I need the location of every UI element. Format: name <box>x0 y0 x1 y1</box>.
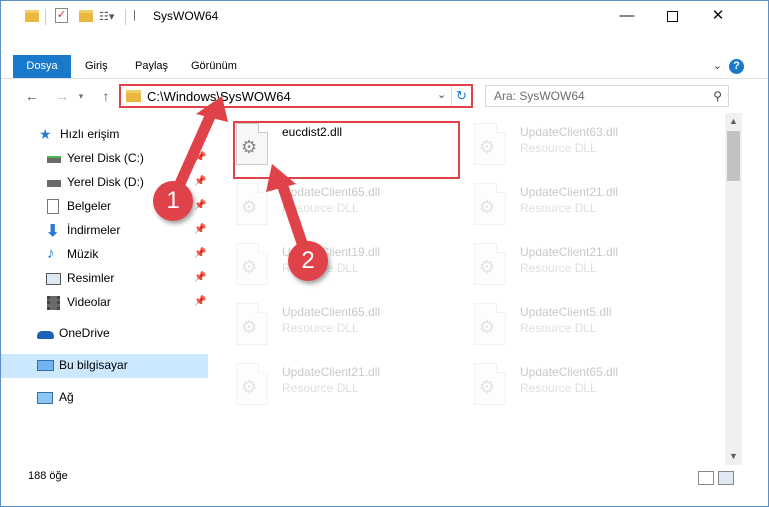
annotation-arrow-1 <box>169 96 228 201</box>
annotation-layer <box>169 96 312 261</box>
annotation-step-1: 1 <box>153 181 193 221</box>
annotation-step-2: 2 <box>288 241 328 281</box>
